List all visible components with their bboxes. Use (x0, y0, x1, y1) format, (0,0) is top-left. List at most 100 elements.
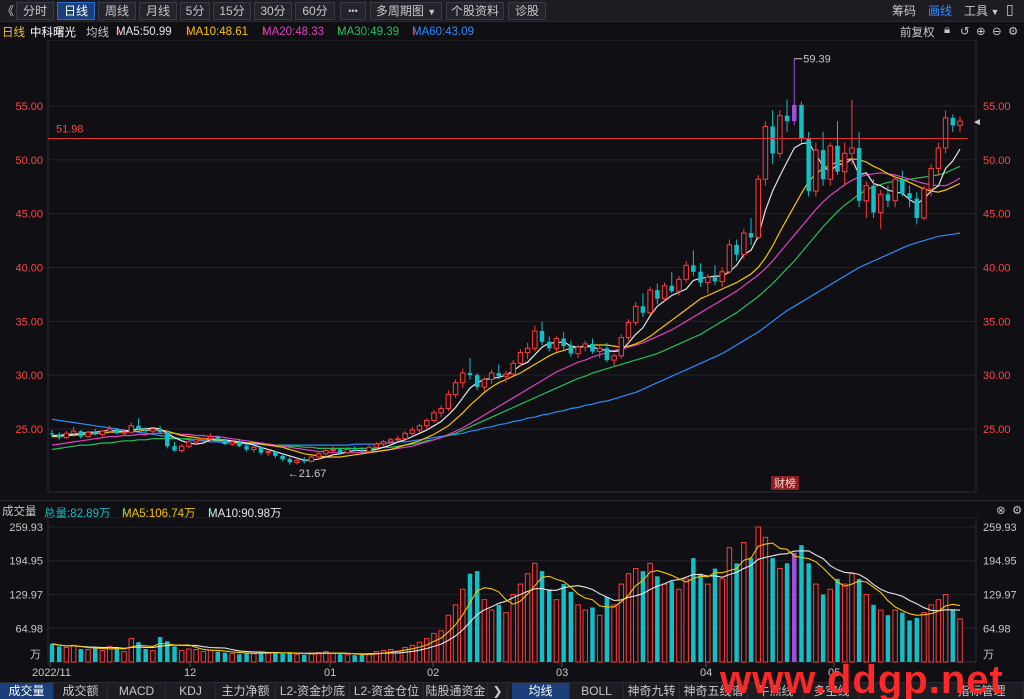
tab-boll[interactable]: BOLL (570, 683, 624, 699)
volume-bar (380, 650, 387, 663)
candle (871, 179, 876, 218)
volume-bar (856, 578, 862, 662)
ma-menu-label[interactable]: 均线 (86, 24, 109, 40)
back-icon[interactable]: 《 (2, 3, 14, 19)
tab-turnover[interactable]: 成交额 (54, 683, 108, 699)
tab-northbound[interactable]: 陆股通资金 (424, 683, 488, 699)
tab-ma[interactable]: 均线 (512, 683, 570, 699)
volume-bar (99, 650, 106, 663)
candle-body (575, 346, 581, 355)
volume-bar (957, 618, 963, 663)
undo-icon[interactable]: ↺ (960, 24, 970, 38)
candle (99, 430, 106, 437)
candle (553, 336, 560, 352)
more-periods-button[interactable]: ••• (340, 2, 366, 20)
event-badge[interactable]: 财榜 (771, 476, 799, 490)
volume-bar (863, 593, 870, 663)
candle (431, 409, 437, 423)
candle-body (748, 233, 754, 238)
close-icon[interactable]: ⊗ (996, 503, 1006, 517)
stock-profile-button[interactable]: 个股资料 (446, 2, 504, 20)
top-toolbar: 《 分时 日线 周线 月线 5分 15分 30分 60分 ••• 多周期图 ▼ … (0, 0, 1024, 22)
candle-body (813, 149, 819, 192)
candle-body (827, 145, 834, 180)
zoom-in-icon[interactable]: ⊕ (976, 24, 986, 38)
settings-icon[interactable]: ⚙ (1008, 24, 1018, 38)
volume-bar (244, 652, 249, 662)
price-tick-left: 55.00 (15, 101, 43, 113)
period-daily-button[interactable]: 日线 (57, 2, 95, 20)
volume-bar (85, 649, 91, 663)
volume-bar (121, 651, 127, 663)
candle-body (935, 147, 942, 169)
tab-l2-position[interactable]: L2-资金仓位 (350, 683, 424, 699)
volume-bar (734, 563, 739, 662)
volume-bar (193, 649, 199, 663)
volume-bar (445, 614, 452, 663)
panel-toggle-icon[interactable]: ▯ (1006, 1, 1014, 17)
candle (770, 110, 775, 165)
draw-line-button[interactable]: 画线 (928, 3, 952, 19)
lock-icon[interactable]: 🔒︎ (944, 24, 950, 37)
volume-bar (330, 652, 336, 663)
candle-body (136, 425, 141, 429)
volume-bar (237, 654, 242, 662)
candle-body (950, 117, 956, 126)
candle-body (215, 436, 220, 440)
candle-body (63, 432, 70, 439)
candle-body (590, 343, 595, 352)
candle-body (611, 355, 617, 361)
candle-body (863, 185, 870, 202)
period-intraday-button[interactable]: 分时 (16, 2, 54, 20)
candle (582, 340, 589, 352)
settings-icon[interactable]: ⚙ (1012, 503, 1022, 517)
candle-body (806, 138, 811, 192)
chips-button[interactable]: 筹码 (892, 3, 916, 19)
tools-dropdown[interactable]: 工具 ▼ (964, 3, 999, 19)
volume-bar (93, 648, 98, 662)
zoom-out-icon[interactable]: ⊖ (992, 24, 1002, 38)
candle-body (186, 441, 192, 447)
candle-body (56, 434, 62, 438)
volume-bar (712, 568, 718, 662)
candle (308, 454, 315, 463)
tab-macd[interactable]: MACD (108, 683, 166, 699)
volume-bar (683, 578, 689, 663)
volume-bar (640, 571, 646, 662)
period-weekly-button[interactable]: 周线 (98, 2, 136, 20)
date-tick-label: 01 (324, 667, 336, 679)
candle-body (517, 352, 524, 364)
candle (813, 142, 819, 197)
volume-bar (561, 584, 566, 662)
multi-period-dropdown[interactable]: 多周期图 ▼ (370, 2, 442, 20)
volume-bar (280, 653, 285, 662)
candle (712, 265, 718, 285)
price-chart[interactable]: 51.98 ◄ 59.39 ←21.67 财榜 55.00 50.00 45.00 40.00… (0, 39, 1024, 500)
volume-bar (467, 573, 473, 662)
candle (287, 456, 293, 465)
period-30min-button[interactable]: 30分 (254, 2, 292, 20)
period-monthly-button[interactable]: 月线 (139, 2, 177, 20)
candle-body (734, 244, 739, 255)
tab-main-net[interactable]: 主力净额 (216, 683, 276, 699)
period-60min-button[interactable]: 60分 (295, 2, 335, 20)
candle (503, 370, 509, 383)
period-5min-button[interactable]: 5分 (180, 2, 210, 20)
period-15min-button[interactable]: 15分 (213, 2, 251, 20)
candle-body (143, 429, 148, 432)
volume-bar (49, 643, 55, 662)
candle-body (676, 278, 682, 292)
tab-volume[interactable]: 成交量 (0, 683, 54, 699)
diagnose-button[interactable]: 诊股 (508, 2, 546, 20)
adjust-mode-dropdown[interactable]: 前复权 (900, 24, 935, 40)
tab-td-nine[interactable]: 神奇九转 (624, 683, 680, 699)
tab-l2-bottom[interactable]: L2-资金抄底 (276, 683, 350, 699)
candle (835, 121, 840, 175)
tab-scroll-right-icon[interactable]: ❯ (488, 683, 508, 699)
volume-bar (215, 651, 220, 662)
volume-bar (719, 578, 725, 663)
tab-kdj[interactable]: KDJ (166, 683, 216, 699)
candle-body (892, 178, 898, 202)
volume-bar (582, 609, 589, 663)
candle (186, 439, 192, 449)
